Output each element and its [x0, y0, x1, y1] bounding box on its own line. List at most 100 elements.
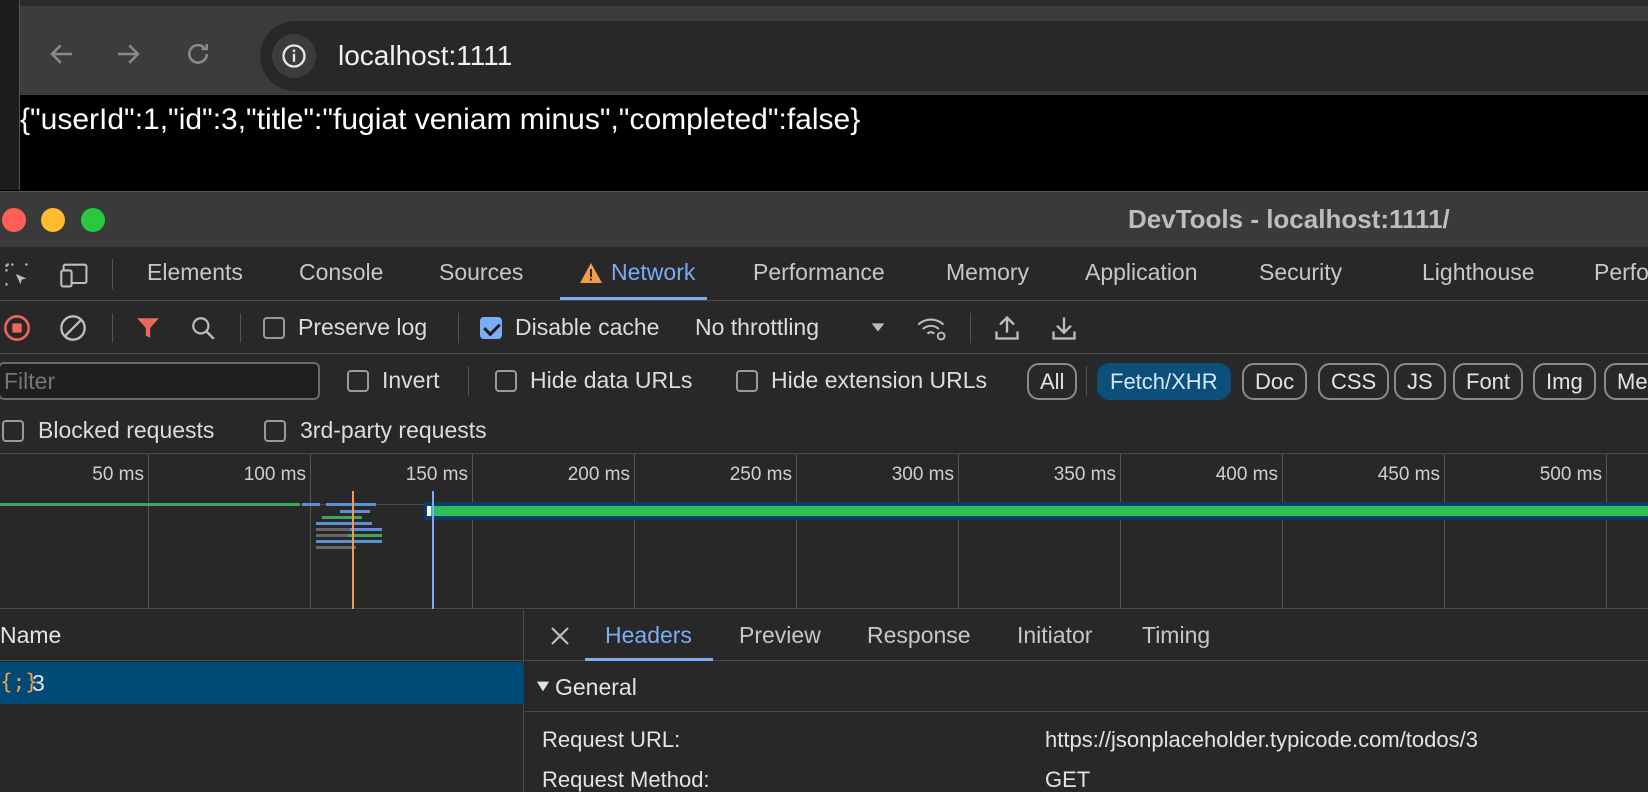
- chip-fetch-xhr[interactable]: Fetch/XHR: [1097, 363, 1231, 400]
- dom-content-loaded-marker: [352, 491, 354, 609]
- arrow-right-icon: [118, 44, 140, 64]
- devtools-tab-bar: Elements Console Sources Network Perform…: [0, 247, 1648, 301]
- inspect-element-icon[interactable]: [2, 260, 32, 290]
- devtools-window: DevTools - localhost:1111/ Elements Cons…: [0, 191, 1648, 792]
- left-edge: [0, 0, 20, 190]
- preserve-log-label: Preserve log: [298, 314, 428, 340]
- name-column-header[interactable]: Name: [0, 610, 524, 661]
- tab-initiator[interactable]: Initiator: [1017, 622, 1092, 649]
- network-filter-bar: Invert Hide data URLs Hide extension URL…: [0, 354, 1648, 408]
- active-details-tab-indicator: [585, 658, 713, 661]
- divider: [458, 313, 459, 343]
- filter-input[interactable]: [0, 362, 320, 400]
- chip-media[interactable]: Me: [1604, 363, 1648, 400]
- device-toolbar-icon[interactable]: [58, 260, 92, 290]
- active-tab-indicator: [560, 297, 707, 300]
- network-timeline-overview[interactable]: 50 ms 100 ms 150 ms 200 ms 250 ms 300 ms…: [0, 454, 1648, 609]
- tab-performance[interactable]: Performance: [753, 259, 885, 286]
- info-icon: [282, 44, 306, 68]
- timeline-bar: [340, 510, 370, 513]
- timeline-bar: [302, 503, 320, 506]
- search-icon[interactable]: [188, 313, 218, 343]
- general-section-label: General: [555, 674, 637, 700]
- chip-css[interactable]: CSS: [1318, 363, 1390, 400]
- hide-extension-urls-checkbox[interactable]: [736, 370, 758, 392]
- timeline-bar-document: [0, 503, 300, 506]
- preserve-log-checkbox[interactable]: [263, 317, 285, 339]
- timeline-bar: [326, 503, 376, 506]
- divider: [112, 313, 113, 343]
- close-icon[interactable]: [547, 623, 573, 649]
- tab-application[interactable]: Application: [1085, 259, 1198, 286]
- invert-label: Invert: [382, 367, 440, 393]
- tab-response[interactable]: Response: [867, 622, 971, 649]
- network-conditions-icon[interactable]: [915, 313, 949, 343]
- divider: [970, 313, 971, 343]
- network-filter-bar-secondary: Blocked requests 3rd-party requests: [0, 408, 1648, 454]
- throttling-select[interactable]: No throttling: [695, 314, 819, 341]
- invert-checkbox[interactable]: [347, 370, 369, 392]
- tab-security[interactable]: Security: [1259, 259, 1342, 286]
- blocked-requests-checkbox[interactable]: [2, 420, 24, 442]
- divider: [1086, 366, 1087, 396]
- tab-timing[interactable]: Timing: [1142, 622, 1210, 649]
- close-window-button[interactable]: [2, 208, 26, 232]
- timeline-selected-request-download: [430, 506, 1648, 516]
- tab-performance-insights[interactable]: Perfo: [1594, 259, 1648, 286]
- tab-memory[interactable]: Memory: [946, 259, 1029, 286]
- triangle-down-icon: [535, 678, 551, 694]
- site-info-button[interactable]: [272, 34, 316, 78]
- disable-cache-checkbox[interactable]: [480, 317, 502, 339]
- devtools-titlebar: DevTools - localhost:1111/: [0, 191, 1648, 247]
- request-method-value: GET: [1045, 767, 1091, 792]
- hide-data-urls-label: Hide data URLs: [530, 367, 693, 393]
- filter-funnel-icon[interactable]: [133, 313, 163, 343]
- chip-all[interactable]: All: [1027, 363, 1078, 400]
- maximize-window-button[interactable]: [81, 208, 105, 232]
- tab-headers[interactable]: Headers: [605, 622, 692, 649]
- tab-console[interactable]: Console: [299, 259, 383, 286]
- warning-icon: [578, 261, 604, 285]
- browser-toolbar: localhost:1111: [20, 0, 1648, 95]
- chip-img[interactable]: Img: [1533, 363, 1596, 400]
- chip-font[interactable]: Font: [1453, 363, 1524, 400]
- third-party-requests-checkbox[interactable]: [264, 420, 286, 442]
- tab-elements[interactable]: Elements: [147, 259, 243, 286]
- timeline-bar: [322, 516, 362, 519]
- clear-icon[interactable]: [58, 313, 88, 343]
- reload-button[interactable]: [178, 34, 218, 74]
- tab-network[interactable]: Network: [611, 259, 695, 286]
- back-button[interactable]: [42, 34, 82, 74]
- chip-js[interactable]: JS: [1394, 363, 1446, 400]
- address-bar[interactable]: localhost:1111: [260, 21, 1648, 91]
- request-method-key: Request Method:: [542, 767, 710, 792]
- tab-lighthouse[interactable]: Lighthouse: [1422, 259, 1535, 286]
- devtools-title: DevTools - localhost:1111/: [1128, 204, 1450, 234]
- timeline-bar: [350, 528, 382, 531]
- tab-preview[interactable]: Preview: [739, 622, 821, 649]
- third-party-requests-label: 3rd-party requests: [300, 417, 487, 443]
- details-tab-bar: Headers Preview Response Initiator Timin…: [525, 610, 1648, 661]
- general-section-header[interactable]: General: [525, 662, 1648, 712]
- chevron-down-icon[interactable]: [868, 317, 888, 337]
- forward-button[interactable]: [108, 34, 148, 74]
- timeline-bar: [316, 540, 382, 543]
- upload-icon[interactable]: [992, 313, 1022, 343]
- arrow-left-icon: [50, 44, 72, 64]
- chip-doc[interactable]: Doc: [1242, 363, 1308, 400]
- page-content: {"userId":1,"id":3,"title":"fugiat venia…: [20, 95, 1648, 190]
- request-list: Name {;} 3: [0, 610, 524, 792]
- record-stop-icon[interactable]: [2, 313, 32, 343]
- hide-extension-urls-label: Hide extension URLs: [771, 367, 988, 393]
- tab-sources[interactable]: Sources: [439, 259, 523, 286]
- reload-icon: [188, 43, 208, 64]
- network-toolbar: Preserve log Disable cache No throttling: [0, 301, 1648, 354]
- download-icon[interactable]: [1049, 313, 1079, 343]
- divider: [468, 366, 469, 396]
- request-details: Headers Preview Response Initiator Timin…: [525, 610, 1648, 792]
- request-row[interactable]: {;} 3: [0, 662, 524, 704]
- timeline-bar: [316, 522, 372, 525]
- minimize-window-button[interactable]: [41, 208, 65, 232]
- hide-data-urls-checkbox[interactable]: [495, 370, 517, 392]
- timeline-bars: [0, 491, 1648, 609]
